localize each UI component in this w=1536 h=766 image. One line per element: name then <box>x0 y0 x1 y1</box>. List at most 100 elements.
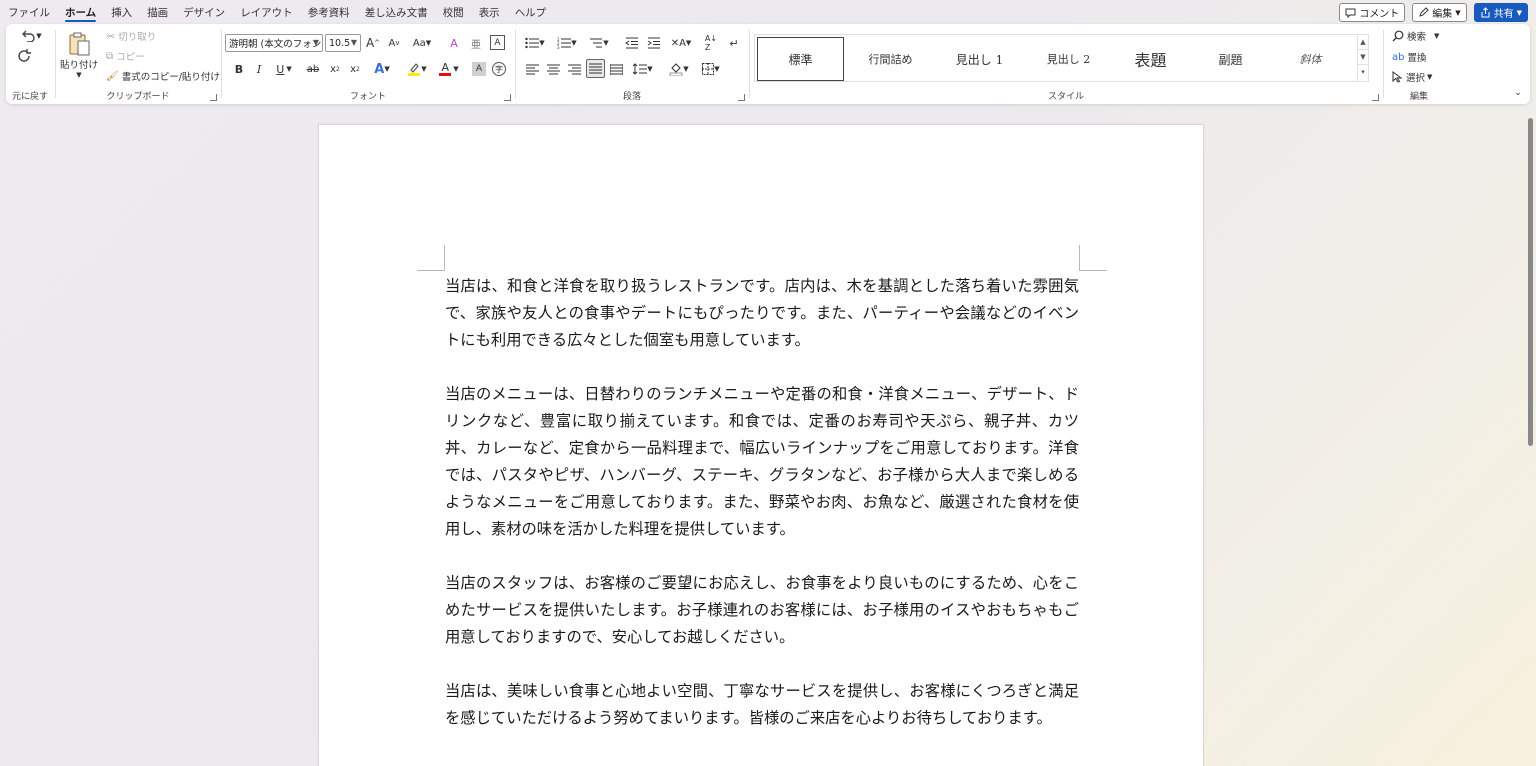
editing-mode-button[interactable]: 編集 ▼ <box>1412 3 1467 22</box>
margin-corner-mark <box>1079 245 1107 271</box>
tab-file[interactable]: ファイル <box>8 0 50 26</box>
enclosed-character-button[interactable]: A <box>490 35 505 50</box>
tab-references[interactable]: 参考資料 <box>308 0 350 26</box>
numbering-button[interactable]: 123 ▼ <box>554 34 580 52</box>
chevron-down-icon: ▼ <box>36 32 42 40</box>
replace-button[interactable]: ab 置換 <box>1392 50 1427 65</box>
subscript-button[interactable]: x2 <box>328 60 342 78</box>
decrease-indent-button[interactable] <box>624 34 640 52</box>
cut-button[interactable]: ✂ 切り取り <box>106 29 156 44</box>
phonetic-guide-button[interactable]: 亜 <box>468 34 484 52</box>
font-color-button[interactable]: A ▼ <box>436 60 462 78</box>
comment-label: コメント <box>1359 9 1400 20</box>
font-size-value: 10.5 <box>329 37 351 49</box>
collapse-ribbon-button[interactable]: ⌄ <box>1512 88 1524 98</box>
undo-button[interactable]: ▼ <box>16 28 46 44</box>
text-effects-button[interactable]: A ▼ <box>370 60 394 78</box>
align-right-button[interactable] <box>566 60 582 78</box>
sort-button[interactable]: A↓ Z <box>702 34 720 52</box>
find-button[interactable]: 検索 ▼ <box>1392 29 1439 43</box>
distributed-button[interactable] <box>608 60 624 78</box>
show-formatting-button[interactable]: ↵ <box>726 34 742 52</box>
chevron-down-icon: ▼ <box>350 38 357 47</box>
tab-layout[interactable]: レイアウト <box>240 0 293 26</box>
replace-label: 置換 <box>1407 53 1427 64</box>
font-color-icon: A <box>441 60 450 74</box>
redo-button[interactable] <box>16 48 34 64</box>
font-group-label: フォント <box>349 92 386 102</box>
menu-tabs: ファイル ホーム 挿入 描画 デザイン レイアウト 参考資料 差し込み文書 校閲… <box>0 0 561 26</box>
chevron-down-icon: ▼ <box>76 71 82 79</box>
change-case-icon: Aa <box>412 37 426 49</box>
bullets-button[interactable]: ▼ <box>522 34 548 52</box>
share-button[interactable]: 共有 ▼ <box>1473 3 1528 22</box>
character-shading-button[interactable]: A <box>472 62 486 76</box>
tab-review[interactable]: 校閲 <box>443 0 464 26</box>
paragraph[interactable]: 当店のスタッフは、お客様のご要望にお応えし、お食事をより良いものにするため、心を… <box>445 570 1079 651</box>
align-center-button[interactable] <box>545 60 561 78</box>
paragraph-launcher-icon[interactable] <box>738 94 745 101</box>
bold-button[interactable]: B <box>232 60 246 78</box>
select-button[interactable]: 選択 ▼ <box>1392 70 1432 84</box>
tab-view[interactable]: 表示 <box>479 0 500 26</box>
justify-button[interactable] <box>586 59 605 78</box>
superscript-button[interactable]: x2 <box>348 60 362 78</box>
shrink-font-button[interactable]: Av <box>386 34 402 52</box>
scrollbar-thumb[interactable] <box>1528 118 1533 446</box>
paragraph-group-label: 段落 <box>622 92 641 102</box>
tab-home[interactable]: ホーム <box>65 0 97 26</box>
format-painter-button[interactable]: 🖌 書式のコピー/貼り付け <box>106 69 220 84</box>
styles-launcher-icon[interactable] <box>1372 94 1379 101</box>
tab-design[interactable]: デザイン <box>183 0 225 26</box>
highlight-color-button[interactable]: ▼ <box>404 60 430 78</box>
copy-button[interactable]: ⧉ コピー <box>106 49 145 64</box>
underline-icon: U <box>276 62 285 76</box>
multilevel-list-button[interactable]: ▼ <box>586 34 612 52</box>
tab-mailings[interactable]: 差し込み文書 <box>365 0 428 26</box>
font-size-combo[interactable]: 10.5 ▼ <box>325 34 361 52</box>
shading-button[interactable]: ▼ <box>666 60 692 78</box>
paragraph[interactable]: 当店は、和食と洋食を取り扱うレストランです。店内は、木を基調とした落ち着いた雰囲… <box>445 273 1079 354</box>
document-body[interactable]: 当店は、和食と洋食を取り扱うレストランです。店内は、木を基調とした落ち着いた雰囲… <box>445 273 1079 759</box>
document-page[interactable]: 当店は、和食と洋食を取り扱うレストランです。店内は、木を基調とした落ち着いた雰囲… <box>318 124 1204 766</box>
paste-button[interactable]: 貼り付け ▼ <box>60 28 98 82</box>
chevron-down-icon: ▼ <box>1455 8 1461 17</box>
paragraph[interactable]: 当店は、美味しい食事と心地よい空間、丁寧なサービスを提供し、お客様にくつろぎと満… <box>445 678 1079 732</box>
tab-help[interactable]: ヘルプ <box>515 0 547 26</box>
asian-layout-button[interactable]: ✕A ▼ <box>668 34 694 52</box>
paragraph[interactable]: 当店のメニューは、日替わりのランチメニューや定番の和食・洋食メニュー、デザート、… <box>445 381 1079 543</box>
paragraph-mark-icon: ↵ <box>729 36 739 50</box>
borders-button[interactable]: ▼ <box>698 60 724 78</box>
chevron-down-icon: ▼ <box>714 65 720 73</box>
comment-button[interactable]: コメント <box>1339 3 1406 22</box>
underline-button[interactable]: U ▼ <box>272 60 296 78</box>
font-name-combo[interactable]: 游明朝 (本文のフォン ▼ <box>225 34 323 52</box>
clear-formatting-icon: A <box>450 36 458 50</box>
clipboard-launcher-icon[interactable] <box>210 94 217 101</box>
share-label: 共有 <box>1493 9 1514 20</box>
line-spacing-button[interactable]: ▼ <box>630 60 656 78</box>
enclose-characters-button[interactable]: 字 <box>492 62 506 76</box>
search-icon <box>1392 30 1404 42</box>
justify-icon <box>589 63 602 74</box>
increase-indent-button[interactable] <box>646 34 662 52</box>
copy-label: コピー <box>116 52 145 63</box>
sort-icon: A↓ Z <box>704 34 718 52</box>
decrease-indent-icon <box>625 37 638 49</box>
change-case-button[interactable]: Aa ▼ <box>408 34 436 52</box>
align-left-button[interactable] <box>524 60 540 78</box>
strikethrough-button[interactable]: ab <box>304 60 322 78</box>
chevron-down-icon: ▼ <box>384 65 390 73</box>
chevron-down-icon: ▼ <box>571 39 577 47</box>
undo-group-label: 元に戻す <box>11 92 48 102</box>
font-launcher-icon[interactable] <box>504 94 511 101</box>
clear-formatting-button[interactable]: A <box>446 34 462 52</box>
chevron-down-icon: ▼ <box>1516 8 1522 17</box>
grow-font-button[interactable]: A ^ <box>365 34 381 52</box>
chevron-down-icon: ▼ <box>425 39 432 47</box>
italic-button[interactable]: I <box>252 60 266 78</box>
tab-draw[interactable]: 描画 <box>147 0 168 26</box>
vertical-scrollbar[interactable] <box>1526 116 1534 766</box>
tab-insert[interactable]: 挿入 <box>111 0 132 26</box>
chevron-down-icon: ▼ <box>453 65 459 73</box>
